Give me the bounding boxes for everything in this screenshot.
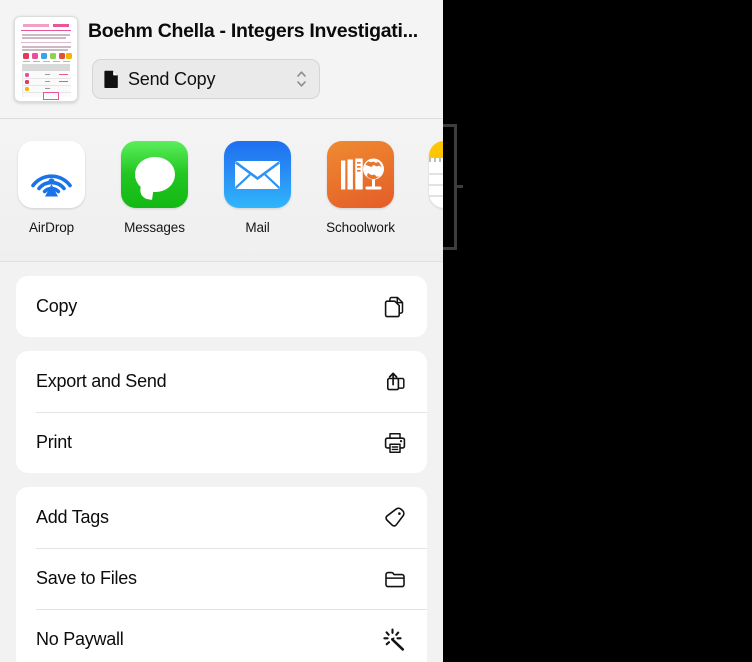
share-target-schoolwork[interactable]: Schoolwork <box>309 141 412 235</box>
up-down-chevron-icon <box>295 69 308 89</box>
action-row-no-paywall[interactable]: No Paywall <box>16 609 427 662</box>
action-label: Copy <box>36 296 78 316</box>
action-list: Copy Export and Send Print Add Tags Save… <box>0 276 443 662</box>
action-row-save-to-files[interactable]: Save to Files <box>16 548 427 609</box>
action-label: No Paywall <box>36 629 124 649</box>
action-group: Export and Send Print <box>16 351 427 473</box>
action-group: Copy <box>16 276 427 337</box>
magic-wand-icon <box>381 626 409 654</box>
notes-icon <box>429 141 443 208</box>
copy-icon <box>381 293 409 321</box>
action-row-print[interactable]: Print <box>16 412 427 473</box>
thumbnail-page <box>15 17 77 101</box>
action-row-add-tags[interactable]: Add Tags <box>16 487 427 548</box>
airdrop-icon <box>18 141 85 208</box>
action-group: Add Tags Save to Files No Paywall <box>16 487 427 662</box>
action-label: Export and Send <box>36 371 167 391</box>
share-target-messages[interactable]: Messages <box>103 141 206 235</box>
screen: Boehm Chella - Integers Investigati... S… <box>0 0 752 662</box>
share-sheet: Boehm Chella - Integers Investigati... S… <box>0 0 443 662</box>
send-copy-label: Send Copy <box>128 68 216 89</box>
action-label: Add Tags <box>36 507 109 527</box>
share-target-airdrop[interactable]: AirDrop <box>0 141 103 235</box>
messages-icon <box>121 141 188 208</box>
action-label: Print <box>36 432 72 452</box>
action-row-copy[interactable]: Copy <box>16 276 427 337</box>
schoolwork-icon <box>327 141 394 208</box>
folder-icon <box>381 565 409 593</box>
selection-bracket-tick <box>455 185 463 188</box>
document-title: Boehm Chella - Integers Investigati... <box>88 20 418 42</box>
share-target-notes[interactable] <box>429 141 443 208</box>
action-label: Save to Files <box>36 568 137 588</box>
send-copy-button[interactable]: Send Copy <box>92 59 320 99</box>
share-target-mail[interactable]: Mail <box>206 141 309 235</box>
tag-icon <box>381 504 409 532</box>
mail-icon <box>224 141 291 208</box>
share-sheet-header: Boehm Chella - Integers Investigati... S… <box>0 0 443 119</box>
share-export-icon <box>381 368 409 396</box>
share-target-label: AirDrop <box>28 220 75 235</box>
document-thumbnail[interactable] <box>14 16 78 102</box>
document-icon <box>104 70 119 88</box>
share-target-label: Messages <box>124 220 185 235</box>
share-target-label: Schoolwork <box>326 220 395 235</box>
printer-icon <box>381 429 409 457</box>
share-targets-row[interactable]: AirDrop Messages Mail Schoolwork <box>0 119 443 262</box>
action-row-export-and-send[interactable]: Export and Send <box>16 351 427 412</box>
share-target-label: Mail <box>245 220 270 235</box>
